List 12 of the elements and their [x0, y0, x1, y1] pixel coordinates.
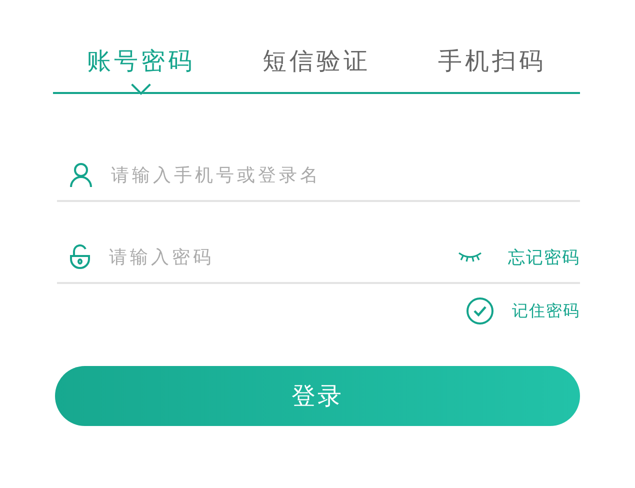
password-field[interactable]: 请输入密码	[107, 246, 442, 268]
account-field[interactable]: 请输入手机号或登录名	[109, 164, 580, 186]
tab[interactable]: 手机扫码	[438, 40, 546, 82]
forgot-password-link[interactable]: 忘记密码	[508, 246, 580, 268]
closed-eye-icon[interactable]	[458, 251, 482, 263]
tab[interactable]: 账号密码	[86, 40, 195, 82]
user-icon	[69, 162, 93, 188]
tab[interactable]: 短信验证	[262, 40, 370, 82]
lock-icon	[69, 244, 91, 270]
checkbox[interactable]	[466, 297, 494, 325]
login-button[interactable]: 登录	[55, 366, 580, 426]
remember-password-label: 记住密码	[512, 300, 580, 322]
